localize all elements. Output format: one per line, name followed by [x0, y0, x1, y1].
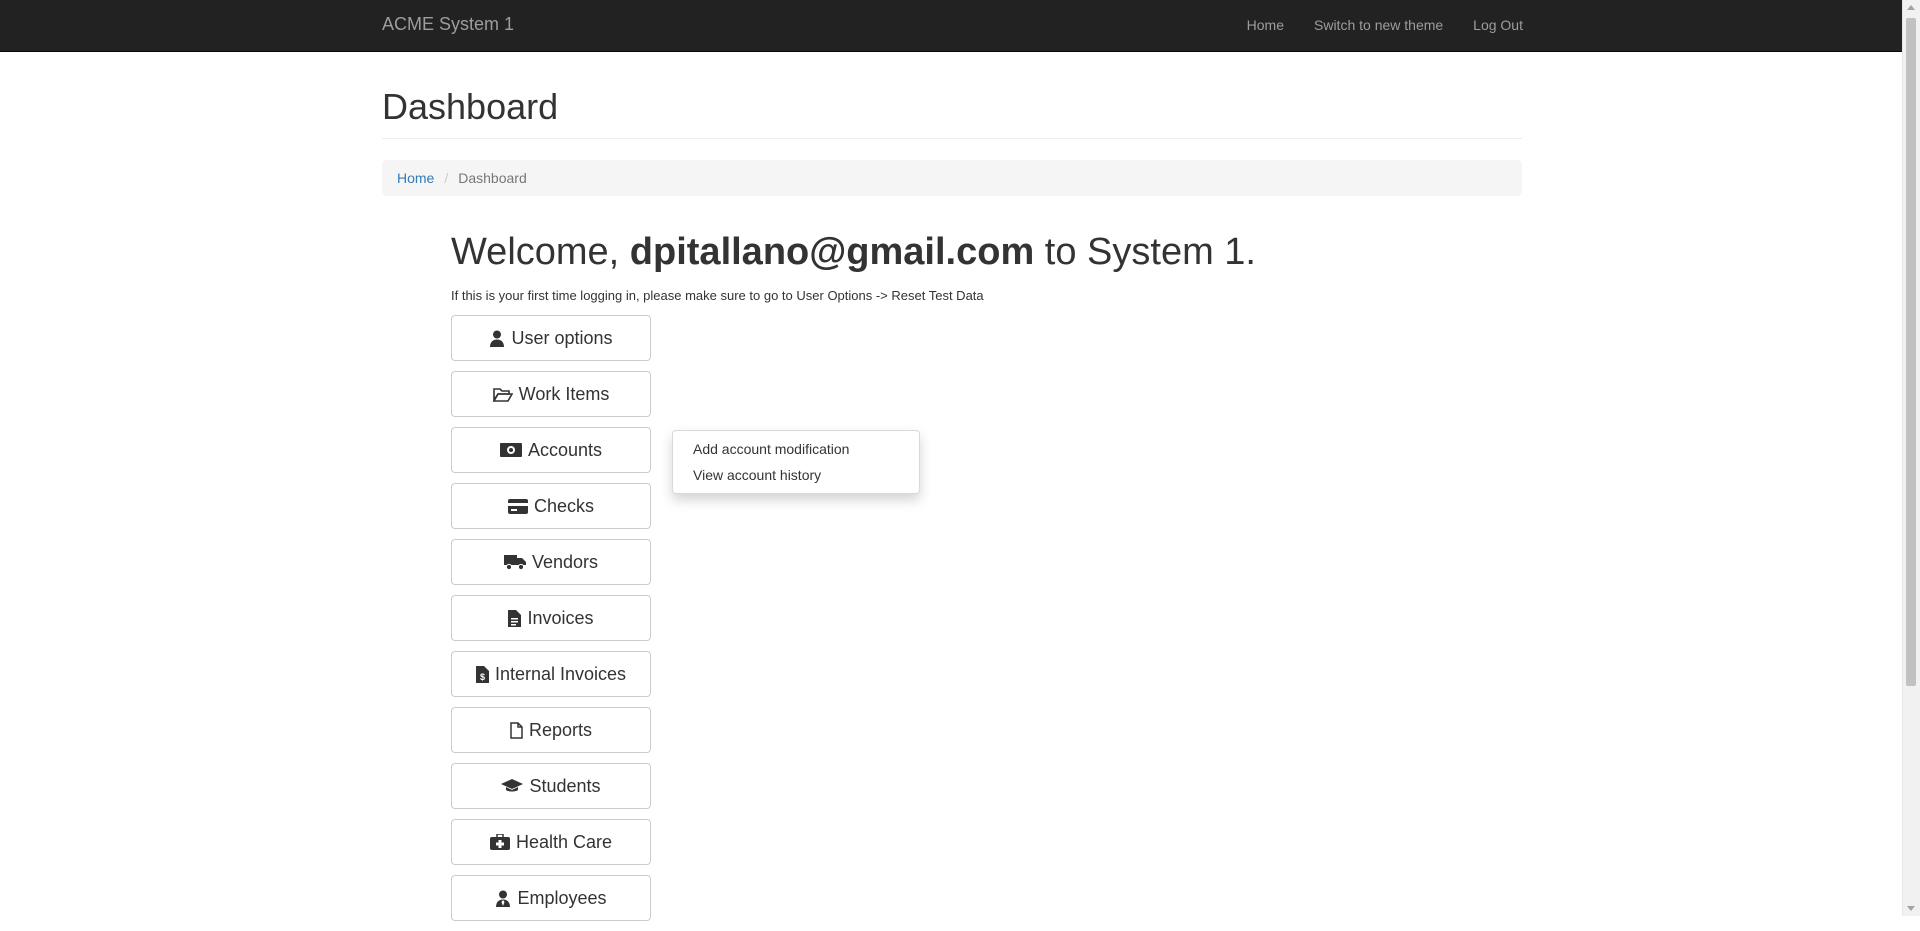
- accounts-button[interactable]: Accounts: [451, 427, 651, 473]
- money-icon: [499, 443, 522, 457]
- menu-label: Work Items: [518, 383, 610, 404]
- menu-label: User options: [511, 327, 613, 348]
- breadcrumb-current: Dashboard: [458, 170, 527, 186]
- checks-button[interactable]: Checks: [451, 483, 651, 529]
- svg-text:$: $: [480, 672, 485, 682]
- menu-label: Checks: [533, 495, 595, 516]
- user-options-button[interactable]: User options: [451, 315, 651, 361]
- invoices-button[interactable]: Invoices: [451, 595, 651, 641]
- menu-label: Health Care: [515, 831, 613, 852]
- menu-label: Reports: [528, 719, 593, 740]
- folder-open-icon: [492, 387, 513, 402]
- file-invoice-dollar-icon: $: [475, 665, 489, 683]
- dropdown-item-add-account-modification[interactable]: Add account modification: [673, 436, 919, 462]
- menu-label: Employees: [517, 887, 607, 908]
- graduation-cap-icon: [501, 779, 524, 793]
- welcome-email: dpitallano@gmail.com: [629, 231, 1035, 273]
- vendors-button[interactable]: Vendors: [451, 539, 651, 585]
- menu-label: Invoices: [527, 607, 594, 628]
- welcome-prefix: Welcome,: [451, 231, 630, 273]
- menu-label: Accounts: [527, 439, 603, 460]
- scroll-thumb[interactable]: [1906, 18, 1916, 686]
- nav-logout-link[interactable]: Log Out: [1473, 17, 1523, 33]
- menu-label: Internal Invoices: [494, 663, 627, 684]
- welcome-suffix: to System 1.: [1034, 231, 1256, 273]
- page-title: Dashboard: [382, 86, 559, 127]
- vertical-scrollbar[interactable]: [1902, 0, 1920, 916]
- navbar-links: Home Switch to new theme Log Out: [1217, 17, 1523, 33]
- accounts-dropdown-menu: Add account modification View account hi…: [672, 430, 920, 494]
- dashboard-menu: User options Work Items Accounts Checks …: [451, 315, 651, 931]
- welcome-heading: Welcome, dpitallano@gmail.com to System …: [451, 231, 1256, 274]
- top-navbar: ACME System 1 Home Switch to new theme L…: [0, 0, 1905, 52]
- scroll-up-arrow-icon[interactable]: [1907, 5, 1915, 10]
- credit-card-icon: [507, 498, 528, 514]
- truck-icon: [503, 554, 526, 570]
- employees-button[interactable]: Employees: [451, 875, 651, 921]
- first-login-notice: If this is your first time logging in, p…: [451, 288, 984, 303]
- user-tie-icon: [495, 890, 511, 907]
- work-items-button[interactable]: Work Items: [451, 371, 651, 417]
- navbar-brand[interactable]: ACME System 1: [382, 14, 514, 35]
- health-care-button[interactable]: Health Care: [451, 819, 651, 865]
- nav-home-link[interactable]: Home: [1247, 17, 1284, 33]
- breadcrumb: Home / Dashboard: [382, 160, 1522, 196]
- menu-label: Students: [529, 775, 601, 796]
- menu-label: Vendors: [531, 551, 599, 572]
- medkit-icon: [489, 834, 510, 850]
- user-icon: [489, 330, 505, 347]
- students-button[interactable]: Students: [451, 763, 651, 809]
- nav-switch-theme-link[interactable]: Switch to new theme: [1314, 17, 1443, 33]
- dropdown-item-view-account-history[interactable]: View account history: [673, 462, 919, 488]
- breadcrumb-separator: /: [444, 170, 449, 186]
- breadcrumb-home-link[interactable]: Home: [397, 170, 434, 186]
- internal-invoices-button[interactable]: $ Internal Invoices: [451, 651, 651, 697]
- file-icon: [510, 721, 523, 739]
- file-text-icon: [508, 609, 522, 627]
- reports-button[interactable]: Reports: [451, 707, 651, 753]
- title-divider: [382, 138, 1522, 139]
- scroll-down-arrow-icon[interactable]: [1907, 906, 1915, 911]
